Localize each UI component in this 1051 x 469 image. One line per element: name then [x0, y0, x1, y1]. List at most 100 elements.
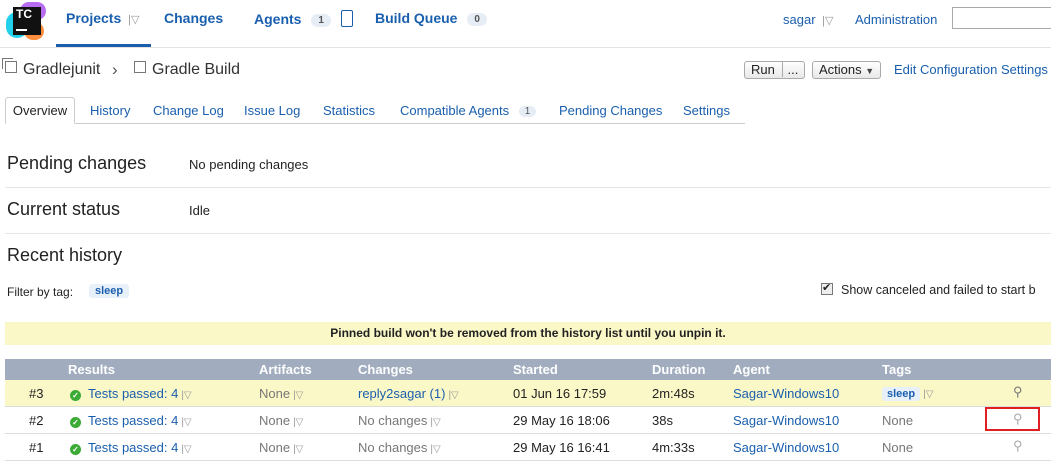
- pending-changes-heading: Pending changes: [7, 153, 147, 173]
- build-agent[interactable]: Sagar-Windows10: [733, 386, 839, 401]
- column-artifacts: Artifacts: [259, 362, 312, 377]
- administration-link[interactable]: Administration: [855, 12, 937, 27]
- unpinned-pin-icon[interactable]: ⚲: [1013, 438, 1023, 454]
- nav-agents[interactable]: Agents 1: [254, 10, 353, 27]
- breadcrumb-project[interactable]: Gradlejunit: [2, 58, 100, 79]
- tab-overview[interactable]: Overview: [5, 97, 75, 124]
- build-started: 29 May 16 18:06: [513, 413, 610, 428]
- build-agent[interactable]: Sagar-Windows10: [733, 413, 839, 428]
- build-result-label: Tests passed: 4: [88, 386, 179, 401]
- actions-button-label: Actions: [819, 62, 862, 77]
- build-result[interactable]: ✓ Tests passed: 4 |▽: [70, 386, 192, 401]
- build-changes[interactable]: No changes |▽: [358, 440, 441, 455]
- section-divider: [5, 187, 1051, 188]
- changes-dropdown-icon[interactable]: |▽: [430, 444, 440, 455]
- actions-button[interactable]: Actions ▼: [812, 61, 882, 79]
- top-navigation-bar: TC Projects |▽ Changes Agents 1 Build Qu…: [0, 0, 1051, 48]
- build-duration: 4m:33s: [652, 440, 695, 455]
- user-dropdown-icon[interactable]: |▽: [822, 15, 833, 27]
- result-dropdown-icon[interactable]: |▽: [181, 417, 191, 428]
- result-dropdown-icon[interactable]: |▽: [181, 390, 191, 401]
- run-options-button[interactable]: ...: [782, 62, 799, 77]
- result-dropdown-icon[interactable]: |▽: [181, 444, 191, 455]
- show-canceled-toggle[interactable]: Show canceled and failed to start b: [821, 281, 1036, 297]
- section-divider: [5, 233, 1051, 234]
- show-canceled-checkbox[interactable]: [821, 281, 833, 295]
- show-canceled-label: Show canceled and failed to start b: [841, 283, 1036, 297]
- build-tags[interactable]: sleep |▽: [882, 385, 933, 401]
- recent-history-heading: Recent history: [7, 245, 123, 265]
- tags-dropdown-icon[interactable]: |▽: [923, 389, 933, 400]
- pin-icon[interactable]: ⚲: [1013, 384, 1023, 400]
- build-number[interactable]: #2: [29, 413, 43, 428]
- user-menu[interactable]: sagar |▽: [783, 12, 833, 27]
- changes-dropdown-icon[interactable]: |▽: [448, 390, 458, 401]
- tab-statistics[interactable]: Statistics: [323, 103, 375, 118]
- tab-compatible-agents-label: Compatible Agents: [400, 103, 510, 118]
- tab-pending-changes[interactable]: Pending Changes: [559, 103, 662, 118]
- build-artifacts-label: None: [259, 440, 291, 455]
- build-changes[interactable]: No changes |▽: [358, 413, 441, 428]
- build-tag-sleep[interactable]: sleep: [882, 387, 921, 401]
- build-result[interactable]: ✓ Tests passed: 4 |▽: [70, 440, 192, 455]
- build-config-icon: [134, 61, 146, 73]
- success-icon: ✓: [70, 444, 81, 455]
- table-row: #1 ✓ Tests passed: 4 |▽ None |▽ No changes |…: [5, 434, 1051, 461]
- search-input[interactable]: [952, 7, 1051, 29]
- logo-square: TC: [13, 7, 41, 35]
- column-started: Started: [513, 362, 558, 377]
- build-duration: 38s: [652, 413, 673, 428]
- compatible-agents-count-badge: 1: [518, 106, 537, 117]
- edit-configuration-link[interactable]: Edit Configuration Settings: [894, 62, 1048, 77]
- nav-build-queue[interactable]: Build Queue 0: [375, 10, 487, 26]
- nav-changes[interactable]: Changes: [164, 10, 223, 26]
- success-icon: ✓: [70, 390, 81, 401]
- build-changes-label: reply2sagar (1): [358, 386, 446, 401]
- column-agent: Agent: [733, 362, 770, 377]
- column-tags: Tags: [882, 362, 912, 377]
- artifacts-dropdown-icon[interactable]: |▽: [293, 444, 303, 455]
- tab-history[interactable]: History: [90, 103, 130, 118]
- build-queue-count-badge: 0: [467, 13, 487, 26]
- build-started: 01 Jun 16 17:59: [513, 386, 607, 401]
- artifacts-dropdown-icon[interactable]: |▽: [293, 390, 303, 401]
- build-artifacts[interactable]: None |▽: [259, 440, 303, 455]
- build-tags: None: [882, 440, 914, 455]
- run-button[interactable]: Run ...: [744, 61, 806, 79]
- table-row: #3 ✓ Tests passed: 4 |▽ None |▽ reply2sagar…: [5, 380, 1051, 407]
- build-artifacts-label: None: [259, 386, 291, 401]
- pending-changes-value: No pending changes: [189, 157, 309, 172]
- build-number[interactable]: #3: [29, 386, 43, 401]
- changes-dropdown-icon[interactable]: |▽: [430, 417, 440, 428]
- tab-issue-log[interactable]: Issue Log: [244, 103, 300, 118]
- build-changes[interactable]: reply2sagar (1) |▽: [358, 386, 459, 401]
- nav-projects[interactable]: Projects |▽: [66, 10, 139, 26]
- tab-change-log[interactable]: Change Log: [153, 103, 224, 118]
- build-started: 29 May 16 16:41: [513, 440, 610, 455]
- teamcity-logo[interactable]: TC: [6, 2, 46, 42]
- logo-text: TC: [16, 7, 32, 21]
- projects-dropdown-icon[interactable]: |▽: [128, 14, 139, 26]
- tab-compatible-agents[interactable]: Compatible Agents 1: [400, 103, 537, 118]
- build-result[interactable]: ✓ Tests passed: 4 |▽: [70, 413, 192, 428]
- tabs-baseline: [5, 123, 745, 124]
- build-number[interactable]: #1: [29, 440, 43, 455]
- current-status-value: Idle: [189, 203, 210, 218]
- build-artifacts[interactable]: None |▽: [259, 413, 303, 428]
- nav-active-indicator: [56, 44, 151, 47]
- nav-projects-label: Projects: [66, 10, 122, 26]
- build-artifacts[interactable]: None |▽: [259, 386, 303, 401]
- filter-tag-sleep[interactable]: sleep: [89, 284, 130, 298]
- breadcrumb-chevron-icon: ›: [112, 60, 118, 79]
- build-agent[interactable]: Sagar-Windows10: [733, 440, 839, 455]
- tab-settings[interactable]: Settings: [683, 103, 730, 118]
- build-duration: 2m:48s: [652, 386, 695, 401]
- build-result-label: Tests passed: 4: [88, 413, 179, 428]
- history-table-header: Results Artifacts Changes Started Durati…: [5, 359, 1051, 380]
- nav-changes-label: Changes: [164, 10, 224, 26]
- column-duration: Duration: [652, 362, 706, 377]
- build-tags: None: [882, 413, 914, 428]
- breadcrumb-build[interactable]: Gradle Build: [134, 61, 240, 79]
- run-button-label: Run: [751, 62, 775, 77]
- artifacts-dropdown-icon[interactable]: |▽: [293, 417, 303, 428]
